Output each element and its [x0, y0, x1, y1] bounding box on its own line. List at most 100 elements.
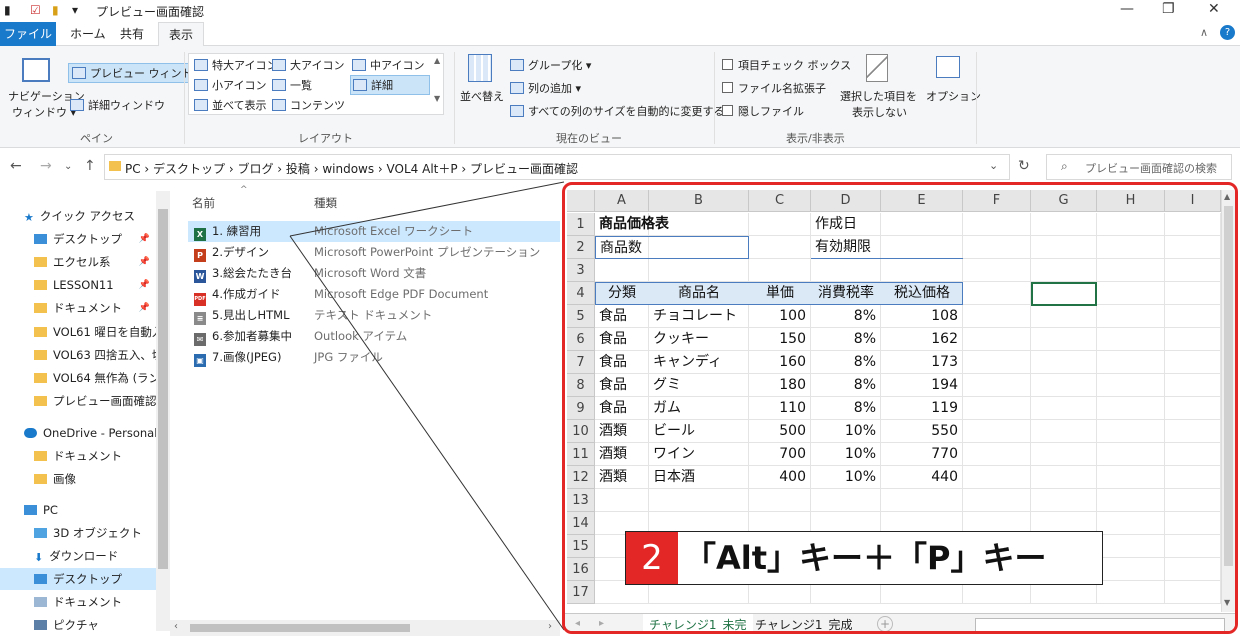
- sheet-cell: [881, 213, 963, 236]
- table-cell: キャンディ: [649, 351, 749, 374]
- table-cell: 173: [881, 351, 963, 374]
- sheet-cell: [1031, 374, 1097, 397]
- table-cell: クッキー: [649, 328, 749, 351]
- sheet-cell: [1031, 328, 1097, 351]
- sheet-cell: [1165, 374, 1221, 397]
- sheet-cell: [1031, 466, 1097, 489]
- sheet-cell: [1165, 512, 1221, 535]
- table-cell: 440: [881, 466, 963, 489]
- row-header: 12: [567, 466, 595, 489]
- sheet-cell: [963, 420, 1031, 443]
- column-header: G: [1031, 190, 1097, 212]
- sheet-cell: [963, 236, 1031, 259]
- table-cell: 酒類: [595, 466, 649, 489]
- table-cell: 108: [881, 305, 963, 328]
- sheet-cell: [881, 259, 963, 282]
- table-cell: 110: [749, 397, 811, 420]
- table-header: 商品名: [678, 285, 720, 301]
- tab-scroll-right-icon[interactable]: ▸: [599, 618, 604, 629]
- sheet-cell: [1097, 581, 1165, 604]
- sheet-cell: [1097, 512, 1165, 535]
- sheet-cell: [1097, 558, 1165, 581]
- table-cell: 食品: [595, 397, 649, 420]
- item-count-label: 商品数: [595, 236, 749, 259]
- sheet-cell: [649, 489, 749, 512]
- sheet-cell: [1165, 489, 1221, 512]
- table-cell: ガム: [649, 397, 749, 420]
- row-header: 1: [567, 213, 595, 236]
- sheet-cell: [1165, 213, 1221, 236]
- sheet-cell: [1031, 420, 1097, 443]
- table-cell: 日本酒: [649, 466, 749, 489]
- sheet-cell: [1031, 397, 1097, 420]
- table-cell: 500: [749, 420, 811, 443]
- table-cell: 550: [881, 420, 963, 443]
- sheet-cell: [1031, 305, 1097, 328]
- sheet-corner: [567, 190, 595, 212]
- table-cell: 8%: [811, 374, 881, 397]
- scroll-down-icon[interactable]: ▼: [1224, 598, 1230, 607]
- row-header: 4: [567, 282, 595, 305]
- sheet-cell: [1097, 466, 1165, 489]
- vertical-scrollbar[interactable]: ▲ ▼: [1221, 190, 1235, 612]
- sheet-cell: [1097, 535, 1165, 558]
- sheet-title: 商品価格表: [599, 216, 669, 232]
- sheet-cell: [811, 259, 881, 282]
- callout-number: 2: [626, 532, 678, 584]
- sheet-cell: [1165, 305, 1221, 328]
- sheet-cell: [963, 397, 1031, 420]
- sheet-tab-challenge1-incomplete[interactable]: チャレンジ1_未完: [643, 614, 753, 631]
- table-cell: チョコレート: [649, 305, 749, 328]
- scroll-up-icon[interactable]: ▲: [1224, 192, 1230, 201]
- row-header: 14: [567, 512, 595, 535]
- sheet-cell: [963, 466, 1031, 489]
- sheet-cell: [881, 489, 963, 512]
- sheet-horizontal-scrollbar[interactable]: [975, 618, 1225, 631]
- sheet-tab-challenge1-complete[interactable]: チャレンジ1_完成: [749, 614, 859, 631]
- table-cell: 400: [749, 466, 811, 489]
- row-header: 9: [567, 397, 595, 420]
- table-cell: 食品: [595, 305, 649, 328]
- table-header: 単価: [766, 285, 794, 301]
- table-cell: 770: [881, 443, 963, 466]
- sheet-cell: [749, 489, 811, 512]
- sheet-cell: [1165, 535, 1221, 558]
- table-cell: 酒類: [595, 443, 649, 466]
- active-cell[interactable]: [1031, 282, 1097, 306]
- column-header: H: [1097, 190, 1165, 212]
- sheet-cell: [595, 259, 649, 282]
- sheet-cell: [1031, 259, 1097, 282]
- sheet-cell: [749, 213, 811, 236]
- callout-text: 「Alt」キー＋「P」キー: [684, 539, 1047, 577]
- table-cell: ビール: [649, 420, 749, 443]
- column-header: E: [881, 190, 963, 212]
- sheet-cell: [1097, 489, 1165, 512]
- tab-scroll-left-icon[interactable]: ◂: [575, 618, 580, 629]
- table-cell: 10%: [811, 443, 881, 466]
- row-header: 6: [567, 328, 595, 351]
- scrollbar-thumb[interactable]: [1224, 206, 1233, 566]
- sheet-cell: [595, 489, 649, 512]
- sheet-cell: [1165, 282, 1221, 305]
- sheet-cell: [1165, 397, 1221, 420]
- sheet-tabs: ◂ ▸ チャレンジ1_未完 チャレンジ1_完成 +: [565, 613, 1235, 631]
- sheet-cell: [963, 213, 1031, 236]
- add-sheet-icon[interactable]: +: [877, 616, 893, 631]
- sheet-cell: [963, 305, 1031, 328]
- sheet-cell: [1031, 213, 1097, 236]
- column-header: F: [963, 190, 1031, 212]
- sheet-cell: [1097, 443, 1165, 466]
- table-cell: 8%: [811, 305, 881, 328]
- callout-box: 2 「Alt」キー＋「P」キー: [625, 531, 1103, 585]
- row-header: 16: [567, 558, 595, 581]
- sheet-cell: [1031, 351, 1097, 374]
- column-header: A: [595, 190, 649, 212]
- table-cell: 162: [881, 328, 963, 351]
- column-header: B: [649, 190, 749, 212]
- table-header: 消費税率: [818, 285, 874, 301]
- sheet-cell: [1165, 558, 1221, 581]
- sheet-cell: [1165, 420, 1221, 443]
- sheet-cell: [963, 374, 1031, 397]
- sheet-cell: [1097, 213, 1165, 236]
- sheet-cell: [963, 259, 1031, 282]
